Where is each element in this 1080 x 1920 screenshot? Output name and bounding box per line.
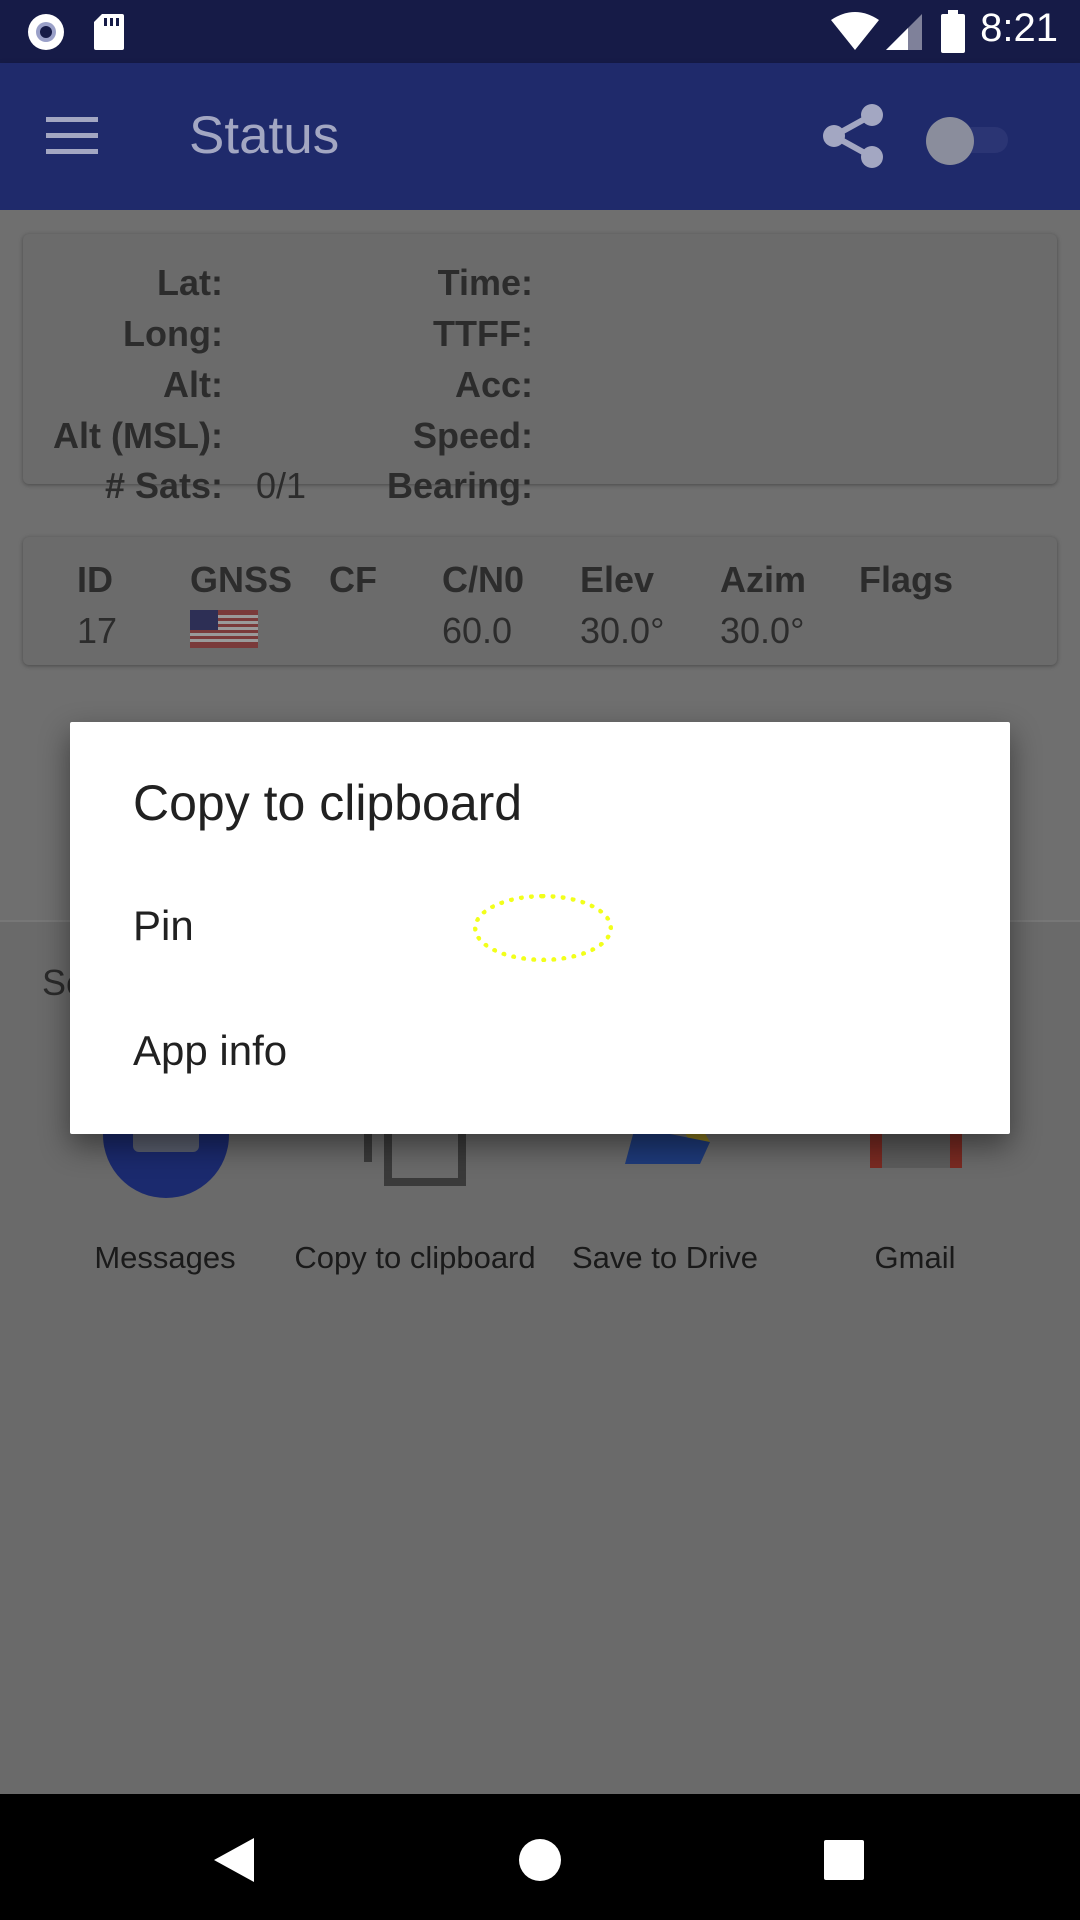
clock: 8:21 [980, 6, 1058, 50]
alt-msl-label: Alt (MSL): [53, 415, 223, 456]
location-card: Lat: Long: Alt: Alt (MSL): # Sats: 0/1 T… [23, 234, 1057, 506]
gps-toggle[interactable] [926, 117, 1010, 165]
sat-elev: 30.0° [580, 610, 665, 651]
col-elev: Elev [580, 559, 655, 600]
sats-value: 0/1 [256, 465, 307, 506]
alt-label: Alt: [163, 364, 223, 405]
col-cf: CF [329, 559, 377, 600]
navigation-bar [0, 1794, 1080, 1920]
col-gnss: GNSS [190, 559, 293, 600]
share-label-clipboard: Copy to clipboard [294, 1240, 536, 1275]
long-label: Long: [123, 313, 223, 354]
bearing-label: Bearing: [386, 465, 533, 506]
sat-id: 17 [77, 610, 118, 651]
share-label-drive: Save to Drive [571, 1240, 759, 1275]
sat-cn0: 60.0 [442, 610, 513, 651]
us-flag-icon [190, 610, 258, 648]
col-id: ID [77, 559, 113, 600]
acc-label: Acc: [454, 364, 533, 405]
lat-label: Lat: [157, 262, 223, 303]
col-azim: Azim [720, 559, 807, 600]
dialog-title: Copy to clipboard [133, 775, 523, 831]
share-label-gmail: Gmail [874, 1240, 956, 1275]
record-icon [28, 14, 64, 50]
time-label: Time: [437, 262, 533, 303]
satellite-card: ID GNSS CF C/N0 Elev Azim Flags 17 60.0 … [23, 537, 1057, 665]
dialog-item-app-info[interactable]: App info [70, 997, 1010, 1107]
sd-card-icon [94, 14, 124, 50]
recents-icon[interactable] [824, 1840, 864, 1880]
ttff-label: TTFF: [433, 313, 533, 354]
share-label-messages: Messages [94, 1240, 236, 1275]
hamburger-menu-icon[interactable] [46, 115, 98, 155]
page-title: Status [189, 106, 340, 165]
tap-indicator [473, 894, 613, 962]
home-icon[interactable] [518, 1838, 562, 1882]
sat-azim: 30.0° [720, 610, 805, 651]
app-info-label: App info [133, 1027, 288, 1074]
status-bar: 8:21 [0, 0, 1080, 63]
speed-label: Speed: [412, 415, 533, 456]
app-bar: Status [0, 63, 1080, 210]
battery-icon [941, 10, 965, 53]
col-cn0: C/N0 [442, 559, 525, 600]
share-icon[interactable] [822, 103, 884, 169]
col-flags: Flags [859, 559, 954, 600]
toggle-thumb [926, 117, 974, 165]
signal-icon [886, 14, 922, 50]
back-icon[interactable] [212, 1836, 256, 1884]
sats-label: # Sats: [104, 465, 223, 506]
wifi-icon [831, 12, 879, 50]
pin-label: Pin [133, 902, 194, 949]
